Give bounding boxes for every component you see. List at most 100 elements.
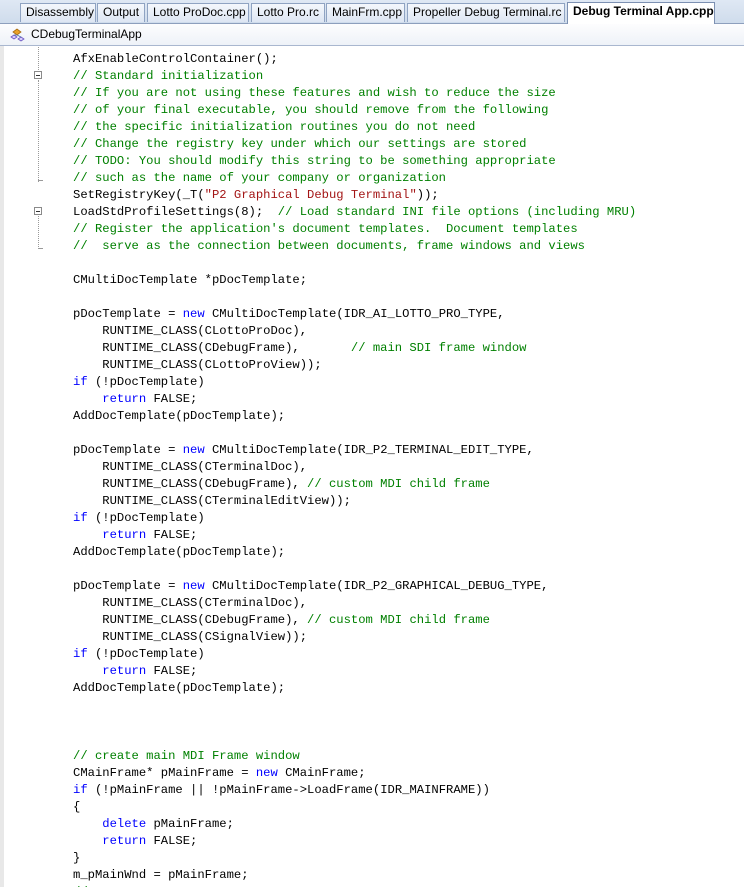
code-token: pDocTemplate = xyxy=(73,307,183,321)
code-line[interactable]: RUNTIME_CLASS(CLottoProDoc), xyxy=(73,323,744,340)
code-line[interactable]: // such as the name of your company or o… xyxy=(73,170,744,187)
code-token: CMultiDocTemplate *pDocTemplate; xyxy=(73,273,308,287)
code-token: CMultiDocTemplate(IDR_P2_TERMINAL_EDIT_T… xyxy=(204,443,534,457)
outline-end-marker xyxy=(38,248,43,249)
code-line[interactable]: RUNTIME_CLASS(CDebugFrame), // custom MD… xyxy=(73,612,744,629)
code-token: RUNTIME_CLASS(CLottoProView)); xyxy=(73,358,322,372)
code-line[interactable]: // the specific initialization routines … xyxy=(73,119,744,136)
document-tab-strip: Disassembly Output Lotto ProDoc.cpp Lotto P… xyxy=(0,0,744,24)
code-line[interactable]: { xyxy=(73,799,744,816)
code-line[interactable]: AddDocTemplate(pDocTemplate); xyxy=(73,680,744,697)
tab-propeller-debug-terminal-rc[interactable]: Propeller Debug Terminal.rc xyxy=(407,3,565,22)
code-line[interactable]: // Standard initialization xyxy=(73,68,744,85)
code-line[interactable]: pDocTemplate = new CMultiDocTemplate(IDR… xyxy=(73,578,744,595)
code-token: FALSE; xyxy=(146,834,198,848)
code-line[interactable]: RUNTIME_CLASS(CDebugFrame), // main SDI … xyxy=(73,340,744,357)
code-line[interactable]: // If you are not using these features a… xyxy=(73,85,744,102)
class-navigation-bar[interactable]: CDebugTerminalApp xyxy=(0,24,744,46)
code-line[interactable] xyxy=(73,425,744,442)
comment-token: // custom MDI child frame xyxy=(307,613,490,627)
code-token: FALSE; xyxy=(146,528,198,542)
code-line[interactable]: if (!pDocTemplate) xyxy=(73,510,744,527)
keyword-token: new xyxy=(255,766,278,780)
code-line[interactable]: AddDocTemplate(pDocTemplate); xyxy=(73,408,744,425)
code-line[interactable]: LoadStdProfileSettings(8); // Load stand… xyxy=(73,204,744,221)
keyword-token: if xyxy=(73,375,88,389)
outline-margin xyxy=(6,46,66,887)
code-line[interactable] xyxy=(73,697,744,714)
code-token: FALSE; xyxy=(146,664,198,678)
code-line[interactable]: pDocTemplate = new CMultiDocTemplate(IDR… xyxy=(73,306,744,323)
code-line[interactable]: return FALSE; xyxy=(73,833,744,850)
code-token: AddDocTemplate(pDocTemplate); xyxy=(73,409,286,423)
code-token: pMainFrame; xyxy=(146,817,234,831)
code-line[interactable]: // Register the application's document t… xyxy=(73,221,744,238)
code-line[interactable]: CMainFrame* pMainFrame = new CMainFrame; xyxy=(73,765,744,782)
code-line[interactable] xyxy=(73,731,744,748)
collapse-comment-block-icon[interactable] xyxy=(34,207,42,215)
code-line[interactable]: // of your final executable, you should … xyxy=(73,102,744,119)
code-line[interactable]: RUNTIME_CLASS(CTerminalDoc), xyxy=(73,595,744,612)
tab-disassembly[interactable]: Disassembly xyxy=(20,3,96,22)
code-line[interactable] xyxy=(73,255,744,272)
code-line[interactable]: AfxEnableControlContainer(); xyxy=(73,51,744,68)
tab-debug-terminal-app-cpp[interactable]: Debug Terminal App.cpp xyxy=(567,2,715,24)
code-line[interactable]: pDocTemplate = new CMultiDocTemplate(IDR… xyxy=(73,442,744,459)
collapse-comment-block-icon[interactable] xyxy=(34,71,42,79)
code-token: pDocTemplate = xyxy=(73,579,183,593)
code-text-area[interactable]: AfxEnableControlContainer(); // Standard … xyxy=(73,51,744,887)
code-line[interactable]: RUNTIME_CLASS(CDebugFrame), // custom MD… xyxy=(73,476,744,493)
comment-token: // such as the name of your company or o… xyxy=(73,171,446,185)
code-line[interactable]: RUNTIME_CLASS(CLottoProView)); xyxy=(73,357,744,374)
keyword-token: return xyxy=(102,528,147,542)
code-token: LoadStdProfileSettings(8); xyxy=(73,205,278,219)
keyword-token: if xyxy=(73,647,88,661)
code-line[interactable]: return FALSE; xyxy=(73,663,744,680)
comment-token: // If you are not using these features a… xyxy=(73,86,556,100)
tab-lotto-prodoc-cpp[interactable]: Lotto ProDoc.cpp xyxy=(147,3,249,22)
code-token: RUNTIME_CLASS(CTerminalDoc), xyxy=(73,596,308,610)
tab-mainfrm-cpp[interactable]: MainFrm.cpp xyxy=(326,3,405,22)
code-line[interactable] xyxy=(73,289,744,306)
code-line[interactable]: if (!pDocTemplate) xyxy=(73,374,744,391)
code-token: )); xyxy=(416,188,439,202)
code-line[interactable]: if (!pMainFrame || !pMainFrame->LoadFram… xyxy=(73,782,744,799)
code-line[interactable]: if (!pDocTemplate) xyxy=(73,646,744,663)
tab-output[interactable]: Output xyxy=(97,3,145,22)
code-line[interactable]: delete pMainFrame; xyxy=(73,816,744,833)
code-line[interactable]: // TODO: You should modify this string t… xyxy=(73,153,744,170)
comment-token: // main SDI frame window xyxy=(350,341,527,355)
selection-margin xyxy=(0,46,4,887)
code-line[interactable]: RUNTIME_CLASS(CTerminalEditView)); xyxy=(73,493,744,510)
code-line[interactable]: // Change the registry key under which o… xyxy=(73,136,744,153)
code-token: m_pMainWnd = pMainFrame; xyxy=(73,868,249,882)
comment-token: // Register the application's document t… xyxy=(73,222,578,236)
code-line[interactable]: // serve as the connection between docum… xyxy=(73,238,744,255)
code-line[interactable]: RUNTIME_CLASS(CTerminalDoc), xyxy=(73,459,744,476)
code-editor[interactable]: AfxEnableControlContainer(); // Standard … xyxy=(0,46,744,887)
code-line[interactable]: CMultiDocTemplate *pDocTemplate; xyxy=(73,272,744,289)
code-token: CMainFrame; xyxy=(277,766,366,780)
code-token: AfxEnableControlContainer(); xyxy=(73,52,278,66)
code-token: RUNTIME_CLASS(CDebugFrame), xyxy=(73,341,351,355)
keyword-token: new xyxy=(182,443,205,457)
code-line[interactable]: RUNTIME_CLASS(CSignalView)); xyxy=(73,629,744,646)
tab-lotto-pro-rc[interactable]: Lotto Pro.rc xyxy=(251,3,325,22)
comment-token: // Change the registry key under which o… xyxy=(73,137,527,151)
code-line[interactable]: return FALSE; xyxy=(73,391,744,408)
code-token: CMultiDocTemplate(IDR_P2_GRAPHICAL_DEBUG… xyxy=(204,579,549,593)
code-token: (!pMainFrame || !pMainFrame->LoadFrame(I… xyxy=(87,783,490,797)
code-line[interactable]: return FALSE; xyxy=(73,527,744,544)
code-token: (!pDocTemplate) xyxy=(87,511,205,525)
outline-end-marker xyxy=(38,180,43,181)
code-line[interactable]: // create main MDI Frame window xyxy=(73,748,744,765)
comment-token: // the specific initialization routines … xyxy=(73,120,476,134)
code-line[interactable] xyxy=(73,714,744,731)
code-line[interactable]: m_pMainWnd = pMainFrame; xyxy=(73,867,744,884)
code-line[interactable]: AddDocTemplate(pDocTemplate); xyxy=(73,544,744,561)
code-line[interactable]: SetRegistryKey(_T("P2 Graphical Debug Te… xyxy=(73,187,744,204)
keyword-token: return xyxy=(102,834,147,848)
code-line[interactable] xyxy=(73,561,744,578)
code-line[interactable]: } xyxy=(73,850,744,867)
